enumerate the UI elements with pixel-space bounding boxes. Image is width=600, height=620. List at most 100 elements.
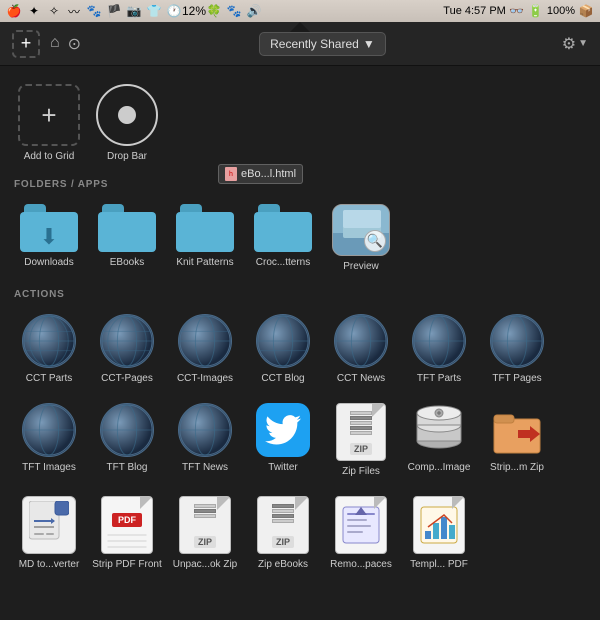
tft-news-icon bbox=[178, 403, 232, 457]
comp-image-svg bbox=[412, 403, 466, 457]
tft-parts-item[interactable]: TFT Parts bbox=[400, 308, 478, 391]
comp-image-item[interactable]: Comp...Image bbox=[400, 397, 478, 484]
tft-parts-icon bbox=[412, 314, 466, 368]
tft-images-item[interactable]: TFT Images bbox=[10, 397, 88, 484]
tft-pages-item[interactable]: TFT Pages bbox=[478, 308, 556, 391]
zip-badge: ZIP bbox=[350, 443, 372, 455]
sound-icon: 🔊 bbox=[246, 3, 262, 19]
folders-grid: ⬇ Downloads EBooks Knit Patterns bbox=[0, 194, 600, 281]
preview-label: Preview bbox=[343, 260, 379, 273]
zip-ebooks-item[interactable]: ZIP Zip eBooks bbox=[244, 490, 322, 570]
cct-pages-item[interactable]: CCT-Pages bbox=[88, 308, 166, 391]
cct-images-label: CCT-Images bbox=[177, 372, 233, 385]
twitter-label: Twitter bbox=[268, 461, 297, 474]
remove-spaces-label: Remo...paces bbox=[330, 558, 392, 570]
zip-files-item[interactable]: ZIP Zip Files bbox=[322, 397, 400, 484]
unpack-zip-item[interactable]: ZIP Unpac...ok Zip bbox=[166, 490, 244, 570]
downloads-item[interactable]: ⬇ Downloads bbox=[10, 198, 88, 279]
add-to-grid-label: Add to Grid bbox=[24, 150, 75, 163]
cct-blog-item[interactable]: CCT Blog bbox=[244, 308, 322, 391]
menubar-left: 🍎 ✦ ✧ 〰 🐾 🏴 📷 👕 🕐 12% 🍀 🐾 🔊 bbox=[6, 3, 262, 19]
templ-pdf-icon bbox=[413, 496, 465, 554]
knit-folder-icon bbox=[176, 204, 234, 252]
ebooks-folder-icon bbox=[98, 204, 156, 252]
tft-blog-item[interactable]: TFT Blog bbox=[88, 397, 166, 484]
cct-parts-item[interactable]: CCT Parts bbox=[10, 308, 88, 391]
gear-icon: ⚙ bbox=[562, 34, 576, 54]
gear-arrow: ▼ bbox=[578, 38, 588, 49]
battery-icon: 🔋 bbox=[528, 3, 544, 19]
dragging-file-indicator: h eBo...l.html bbox=[218, 164, 303, 184]
strip-pdf-item[interactable]: PDF Strip PDF Front bbox=[88, 490, 166, 570]
twitter-item[interactable]: Twitter bbox=[244, 397, 322, 484]
cct-parts-icon bbox=[22, 314, 76, 368]
ebooks-label: EBooks bbox=[110, 256, 144, 269]
templ-pdf-item[interactable]: Templ... PDF bbox=[400, 490, 478, 570]
strip-zip-icon bbox=[490, 403, 544, 457]
remove-spaces-item[interactable]: Remo...paces bbox=[322, 490, 400, 570]
app-icon3: 📷 bbox=[126, 3, 142, 19]
cct-images-item[interactable]: CCT-Images bbox=[166, 308, 244, 391]
md-converter-svg bbox=[29, 501, 69, 549]
tft-news-item[interactable]: TFT News bbox=[166, 397, 244, 484]
globe-svg-cct-images bbox=[179, 315, 231, 367]
file-thumb-icon: h bbox=[225, 167, 237, 181]
preview-magnifier-icon: 🔍 bbox=[364, 230, 386, 252]
cct-blog-label: CCT Blog bbox=[261, 372, 304, 385]
preview-icon: 🔍 bbox=[332, 204, 390, 256]
add-to-grid-item[interactable]: + Add to Grid bbox=[10, 78, 88, 169]
crochet-patterns-item[interactable]: Croc...tterns bbox=[244, 198, 322, 279]
toolbar-icons: ⌂ ⊙ bbox=[48, 32, 83, 56]
dropdown-label: Recently Shared bbox=[270, 37, 359, 51]
drop-bar-inner-circle bbox=[118, 106, 136, 124]
cct-pages-icon bbox=[100, 314, 154, 368]
strip-pdf-label: Strip PDF Front bbox=[92, 558, 161, 570]
glasses-icon: 👓 bbox=[509, 3, 525, 19]
tft-blog-icon bbox=[100, 403, 154, 457]
download-arrow-icon: ⬇ bbox=[40, 226, 58, 248]
actions-row1: CCT Parts CCT-Pages bbox=[0, 304, 600, 393]
zip-ebooks-label: Zip eBooks bbox=[258, 558, 308, 570]
scroll-area[interactable]: h eBo...l.html + Add to Grid Drop Bar FO… bbox=[0, 66, 600, 570]
tft-images-icon bbox=[22, 403, 76, 457]
percent-label: 12% bbox=[186, 3, 202, 19]
preview-item[interactable]: 🔍 Preview bbox=[322, 198, 400, 279]
tft-pages-icon bbox=[490, 314, 544, 368]
app-icon2: 🏴 bbox=[106, 3, 122, 19]
downloads-folder-icon: ⬇ bbox=[20, 204, 78, 252]
tft-blog-label: TFT Blog bbox=[107, 461, 148, 474]
tft-images-label: TFT Images bbox=[22, 461, 76, 474]
gear-button[interactable]: ⚙ ▼ bbox=[562, 34, 588, 54]
drop-bar-item[interactable]: Drop Bar bbox=[88, 78, 166, 169]
zip-files-label: Zip Files bbox=[342, 465, 380, 478]
drop-bar-icon bbox=[96, 84, 158, 146]
dropdown-arrow: ▼ bbox=[363, 37, 375, 51]
knit-patterns-label: Knit Patterns bbox=[176, 256, 233, 269]
cct-parts-label: CCT Parts bbox=[26, 372, 73, 385]
cct-news-item[interactable]: CCT News bbox=[322, 308, 400, 391]
cct-blog-icon bbox=[256, 314, 310, 368]
apple-icon: 🍎 bbox=[6, 3, 22, 19]
md-converter-item[interactable]: MD to...verter bbox=[10, 490, 88, 570]
cct-pages-label: CCT-Pages bbox=[101, 372, 153, 385]
wavy-icon: 〰 bbox=[66, 3, 82, 19]
strip-zip-item[interactable]: Strip...m Zip bbox=[478, 397, 556, 484]
app-icon4: 👕 bbox=[146, 3, 162, 19]
md-converter-label: MD to...verter bbox=[19, 558, 80, 570]
templ-pdf-svg bbox=[419, 503, 459, 547]
tft-pages-label: TFT Pages bbox=[492, 372, 541, 385]
add-button[interactable]: + bbox=[12, 30, 40, 58]
home-icon[interactable]: ⌂ bbox=[48, 32, 62, 56]
refresh-icon[interactable]: ⊙ bbox=[66, 32, 83, 56]
knit-patterns-item[interactable]: Knit Patterns bbox=[166, 198, 244, 279]
dropbox-icon: 📦 bbox=[578, 3, 594, 19]
templ-pdf-label: Templ... PDF bbox=[410, 558, 468, 570]
globe-svg-cct-pages bbox=[101, 315, 153, 367]
recently-shared-dropdown[interactable]: Recently Shared ▼ bbox=[259, 32, 386, 56]
strip-zip-svg bbox=[490, 403, 544, 457]
globe-svg-cct-parts bbox=[23, 315, 75, 367]
menu-time: Tue 4:57 PM bbox=[443, 5, 506, 17]
ebooks-item[interactable]: EBooks bbox=[88, 198, 166, 279]
remove-spaces-icon bbox=[335, 496, 387, 554]
top-items-grid: + Add to Grid Drop Bar bbox=[0, 66, 600, 171]
